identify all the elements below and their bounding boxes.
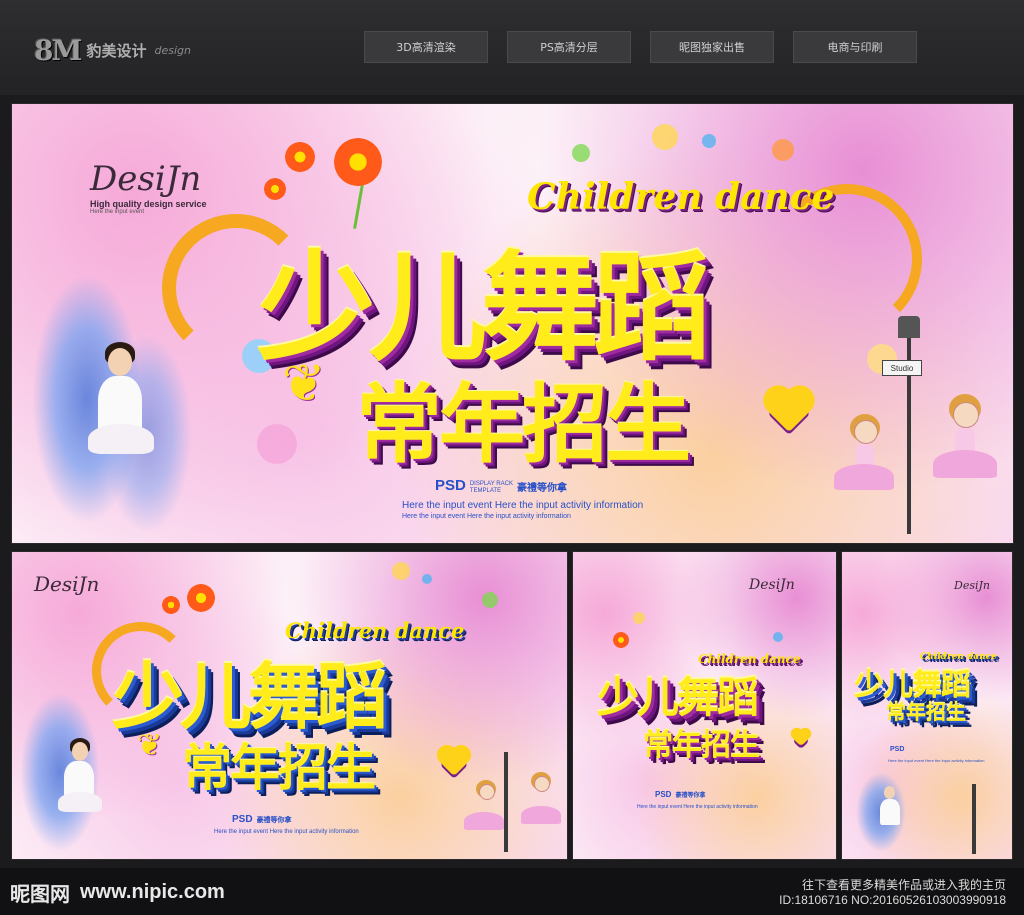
top-nav: 3D高清渲染 PS高清分层 昵图独家出售 电商与印刷 — [364, 31, 917, 63]
child-dancer-photo — [20, 692, 130, 859]
design-small-text: Here the input event — [90, 209, 145, 215]
design-logo: DesiJn — [954, 574, 990, 593]
title-chinese-line2: 常年招生 — [356, 375, 691, 475]
reward-text: 豪禮等你拿 — [516, 483, 567, 494]
child-dancer-photo — [32, 274, 202, 543]
footer-promo[interactable]: 往下查看更多精美作品或进入我的主页 — [779, 878, 1006, 893]
butterfly-icon: ❦ — [137, 728, 163, 763]
psd-badge: PSD DISPLAY RACK TEMPLATE 豪禮等你拿 — [435, 477, 567, 494]
site-brand[interactable]: 昵图网 www.nipic.com — [10, 878, 225, 907]
studio-sign: Studio — [882, 360, 922, 376]
nav-ps-layers[interactable]: PS高清分层 — [507, 31, 631, 63]
decor-dot — [257, 424, 297, 464]
site-url[interactable]: www.nipic.com — [80, 881, 225, 904]
design-logo-text: DesiJn — [749, 577, 795, 593]
flower-decoration — [264, 178, 286, 200]
info-line-1: Here the input event Here the input acti… — [214, 829, 359, 835]
rack-label-line1: DISPLAY RACK — [469, 481, 513, 488]
psd-label: PSD — [435, 477, 466, 494]
design-logo-text: DesiJn — [34, 572, 100, 596]
info-line-1: Here the input event Here the input acti… — [402, 500, 644, 511]
child-dancer-photo — [856, 772, 916, 859]
flower-decoration — [334, 138, 382, 186]
design-logo: DesiJn — [749, 574, 795, 593]
decor-dot — [772, 139, 794, 161]
nav-exclusive-sale[interactable]: 昵图独家出售 — [650, 31, 774, 63]
flower-decoration — [285, 142, 315, 172]
butterfly-icon: ❦ — [282, 354, 326, 414]
poster-variant-blue: DesiJn Children dance 少儿舞蹈 ❦ 常年招生 PSD 豪禮… — [11, 551, 568, 860]
title-chinese-line2: 常年招生 — [182, 739, 376, 797]
poster-variant-square: DesiJn Children dance 少儿舞蹈 常年招生 PSD 豪禮等你… — [572, 551, 837, 860]
info-line-2: Here the input event Here the input acti… — [402, 513, 571, 520]
nav-ecommerce-print[interactable]: 电商与印刷 — [793, 31, 917, 63]
psd-badge: PSD 豪禮等你拿 — [232, 814, 292, 825]
cartoon-dancer — [812, 414, 902, 543]
brand-logo-mark: 8M — [34, 34, 83, 67]
decor-dot — [572, 144, 590, 162]
psd-badge: PSD — [890, 746, 905, 753]
info-line-1: Here the input event Here the input acti… — [888, 758, 985, 763]
title-chinese-line1: 少儿舞蹈 — [597, 673, 759, 722]
brand-logo[interactable]: 8M 豹美设计 design — [34, 34, 191, 67]
site-logo: 昵图网 — [10, 882, 70, 906]
poster-variant-vertical: DesiJn Children dance 少儿舞蹈 常年招生 PSD Here… — [841, 551, 1013, 860]
rack-label: DISPLAY RACK TEMPLATE — [470, 481, 513, 494]
title-chinese-line2: 常年招生 — [886, 700, 966, 724]
footer-info: 往下查看更多精美作品或进入我的主页 ID:18106716 NO:2016052… — [779, 878, 1006, 908]
title-chinese-line2: 常年招生 — [643, 728, 760, 763]
nav-3d-render[interactable]: 3D高清渲染 — [364, 31, 488, 63]
design-logo: DesiJn — [34, 572, 99, 596]
cartoon-dancer — [927, 394, 1013, 534]
info-line-1: Here the input event Here the input acti… — [637, 804, 758, 810]
design-tagline: High quality design service — [90, 199, 207, 209]
design-logo-text: DesiJn — [954, 579, 990, 592]
poster-main: DesiJn High quality design service Here … — [11, 103, 1014, 544]
rack-label-line2: TEMPLATE — [469, 487, 502, 494]
brand-logo-text: 豹美设计 — [86, 42, 147, 60]
psd-badge: PSD 豪禮等你拿 — [655, 790, 706, 799]
brand-logo-sub: design — [154, 44, 192, 57]
decor-dot — [652, 124, 678, 150]
design-logo: DesiJn High quality design service Here … — [90, 159, 207, 215]
decor-dot — [702, 134, 716, 148]
design-logo-text: DesiJn — [90, 159, 202, 199]
footer-id: ID:18106716 NO:20160526103003990918 — [779, 893, 1006, 907]
